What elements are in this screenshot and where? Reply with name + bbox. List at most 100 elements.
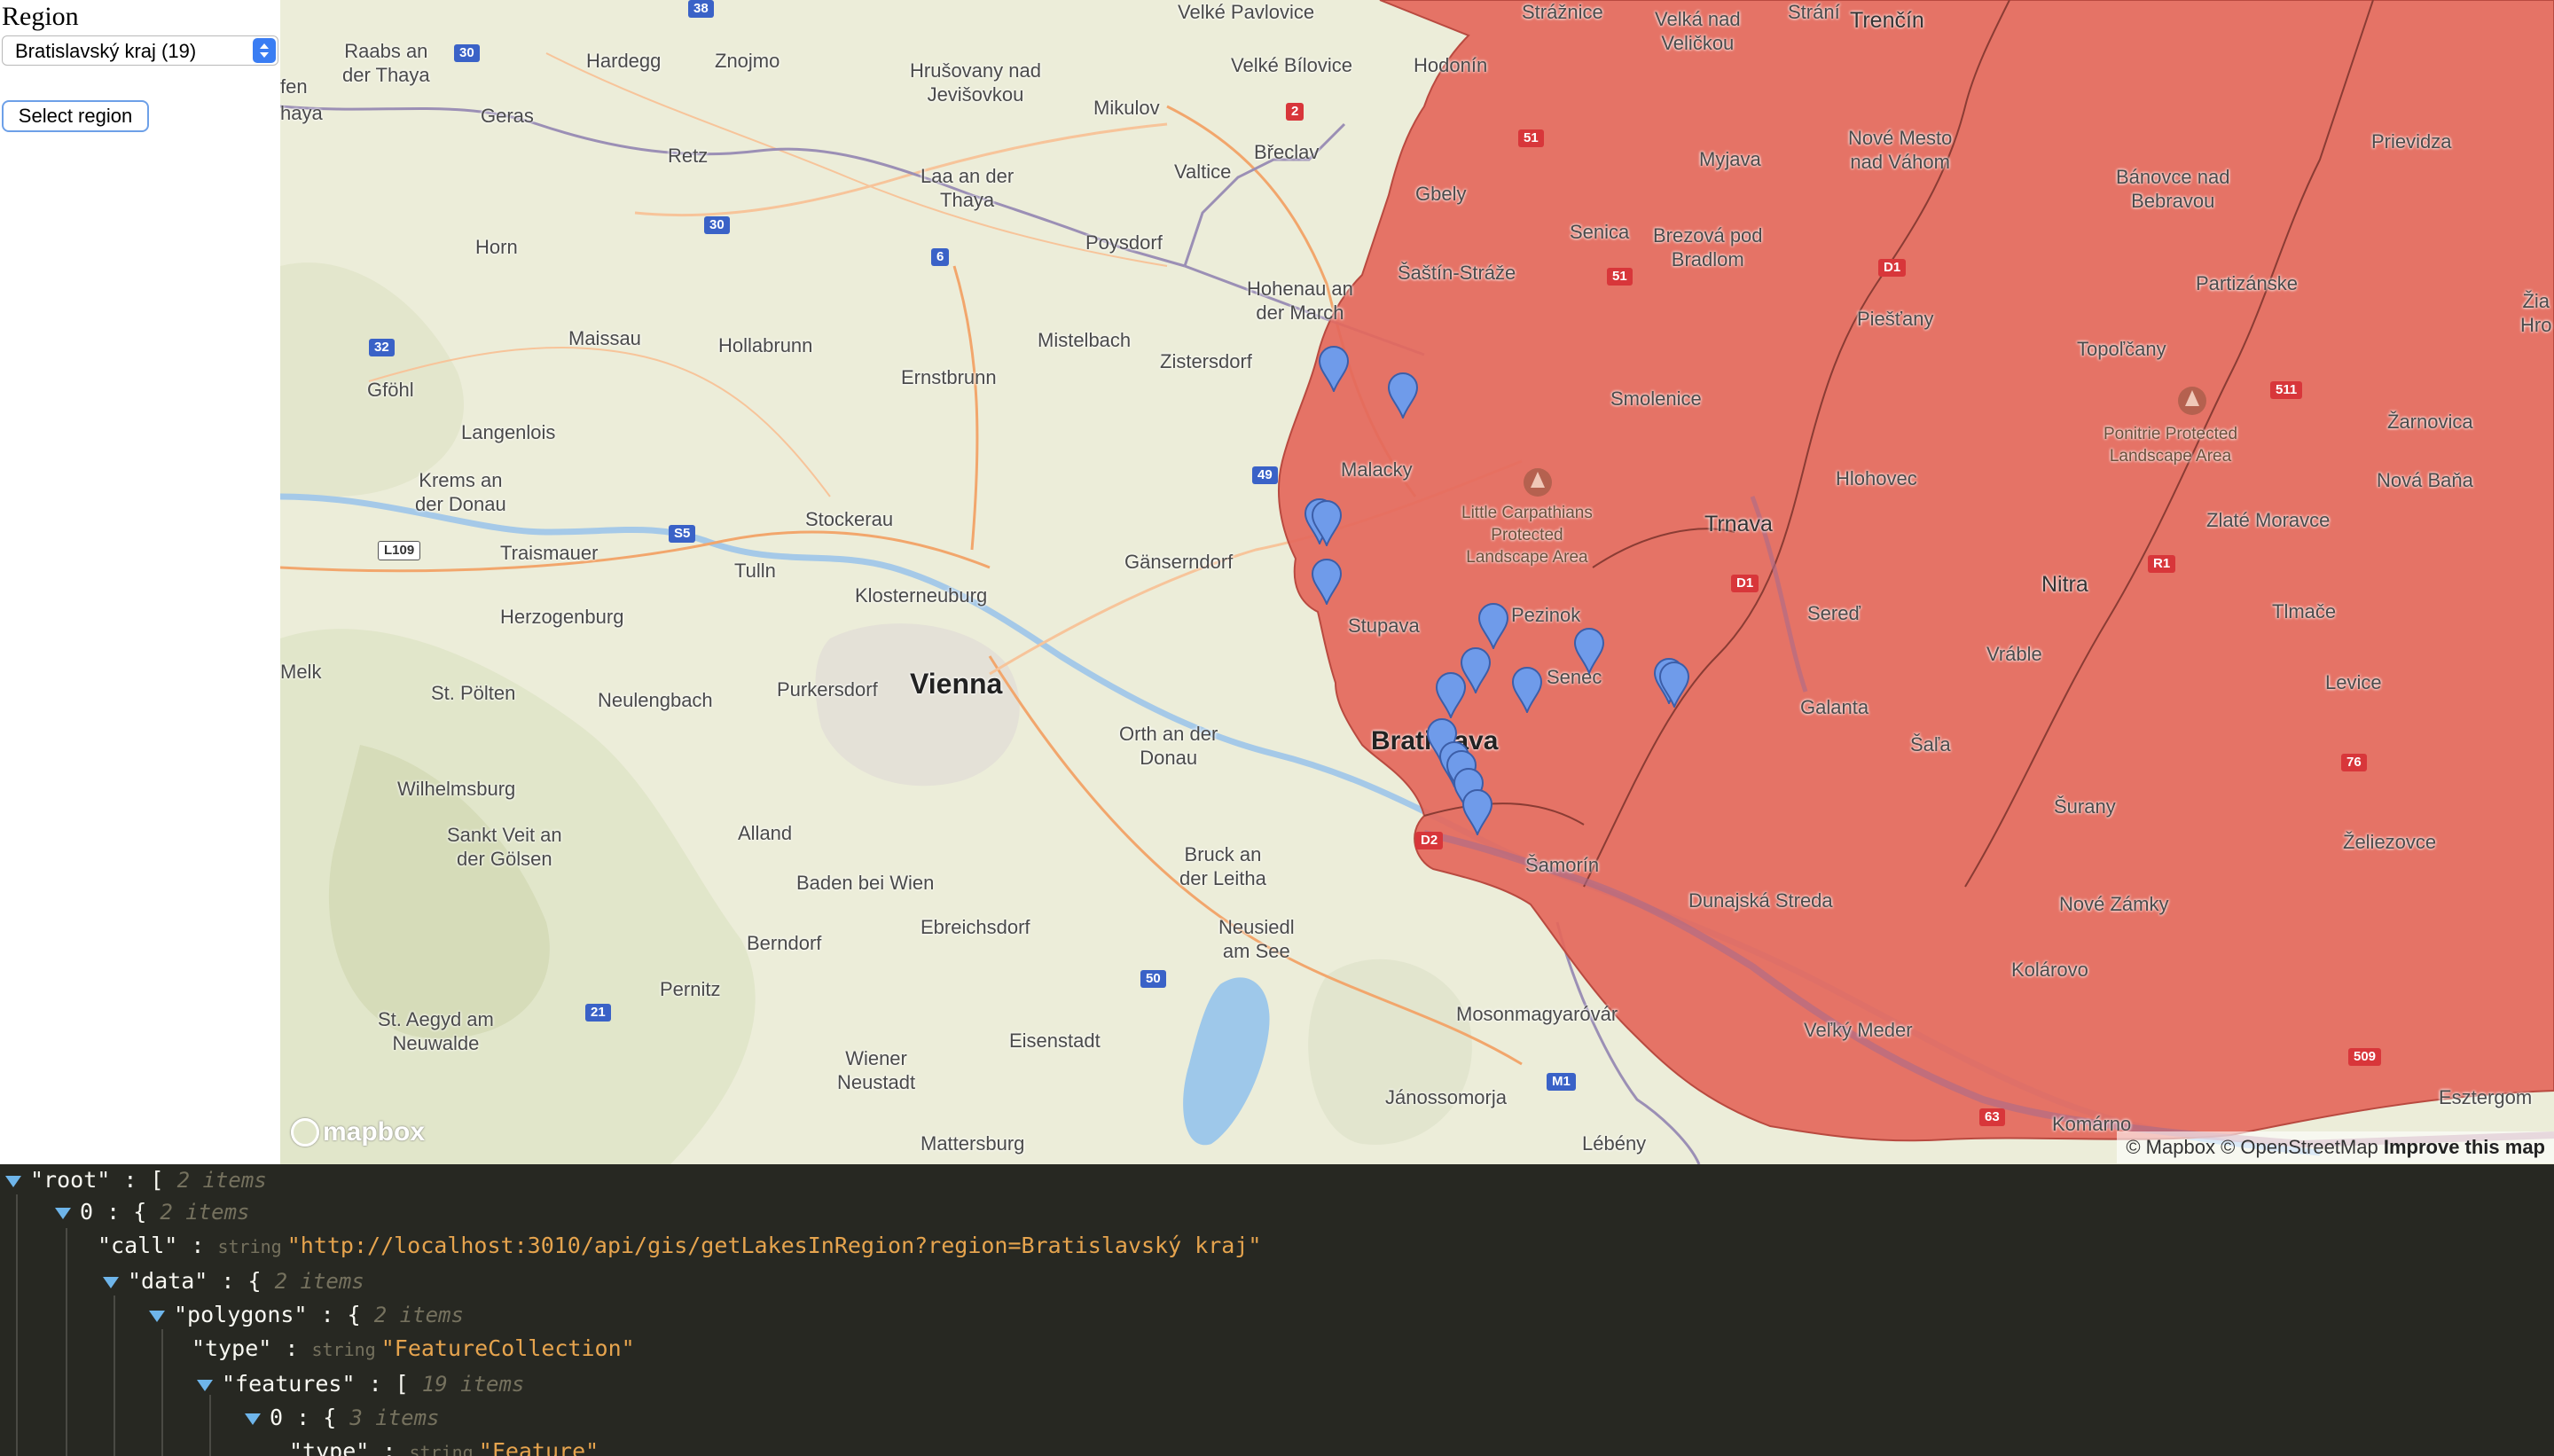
map-label-banovce: Bánovce nad Bebravou [2116, 166, 2230, 212]
map-label-straznice: Strážnice [1522, 1, 1603, 23]
map-label-levice: Levice [2325, 671, 2382, 693]
map-label-ganserndorf: Gänserndorf [1124, 551, 1234, 573]
lake-marker-icon[interactable] [1435, 672, 1467, 718]
lake-marker-icon[interactable] [1311, 559, 1343, 605]
json-row-polygons[interactable]: "polygons" : { 2 items [149, 1299, 464, 1331]
map-label-stupava: Stupava [1348, 614, 1420, 637]
map-label-wiener-neustadt: Wiener Neustadt [837, 1047, 916, 1093]
json-row-type[interactable]: "type" : string "FeatureCollection" [192, 1333, 635, 1365]
route-shield: 30 [454, 44, 480, 62]
map-label-breclav: Břeclav [1254, 141, 1320, 163]
route-shield: 511 [2270, 381, 2303, 399]
map-label-pernitz: Pernitz [660, 978, 721, 1000]
map-label-samorin: Šamorín [1525, 854, 1600, 876]
map-label-vrable: Vráble [1986, 643, 2042, 665]
map-label-velky-meder: Veľký Meder [1804, 1019, 1913, 1041]
map-label-strani: Strání [1788, 1, 1840, 23]
map-label-purkersdorf: Purkersdorf [777, 678, 878, 701]
map-label-topolcany: Topoľčany [2077, 338, 2166, 360]
map-label-nove-mesto: Nové Mesto nad Váhom [1848, 127, 1953, 173]
json-row-feature-0[interactable]: 0 : { 3 items [245, 1402, 439, 1434]
select-region-button[interactable]: Select region [2, 100, 149, 132]
lake-marker-icon[interactable] [1477, 603, 1509, 649]
map-label-tlmace: Tlmače [2272, 600, 2337, 622]
route-shield: 63 [1979, 1108, 2005, 1126]
collapse-caret-icon[interactable] [197, 1379, 213, 1391]
map[interactable]: Raabs an der Thaya Hardegg Znojmo Hrušov… [280, 0, 2554, 1164]
map-label-orth: Orth an der Donau [1119, 723, 1218, 769]
map-label-mikulov: Mikulov [1093, 97, 1160, 119]
map-label-haya: haya [280, 102, 323, 124]
json-row-feature-0-type[interactable]: "type" : string "Feature" [289, 1436, 599, 1456]
json-row-features[interactable]: "features" : [ 19 items [197, 1368, 524, 1400]
collapse-caret-icon[interactable] [245, 1413, 261, 1425]
map-label-tulln: Tulln [734, 560, 776, 582]
route-shield: 76 [2341, 754, 2367, 771]
lake-marker-icon[interactable] [1573, 628, 1605, 674]
lake-marker-icon[interactable] [1311, 500, 1343, 546]
json-row-index-0[interactable]: 0 : { 2 items [55, 1196, 249, 1228]
region-select[interactable]: Bratislavský kraj (19) [2, 35, 278, 66]
map-label-sered: Sereď [1807, 602, 1861, 624]
map-label-partizanske: Partizánske [2196, 272, 2298, 294]
map-label-hrusovany: Hrušovany nad Jevišovkou [910, 59, 1041, 106]
map-label-zarnovica: Žarnovica [2387, 411, 2473, 433]
map-label-vienna: Vienna [910, 668, 1003, 700]
map-label-gbely: Gbely [1415, 183, 1467, 205]
map-label-velke-pavlovice: Velké Pavlovice [1178, 1, 1315, 23]
map-label-ebreichsdorf: Ebreichsdorf [921, 916, 1030, 938]
map-label-krems: Krems an der Donau [415, 469, 506, 515]
lake-marker-icon[interactable] [1461, 789, 1493, 835]
improve-map-link[interactable]: Improve this map [2384, 1136, 2545, 1158]
map-label-zistersdorf: Zistersdorf [1160, 350, 1252, 372]
collapse-caret-icon[interactable] [5, 1175, 21, 1187]
lake-marker-icon[interactable] [1511, 667, 1543, 713]
map-label-zia: Žia Hro [2520, 290, 2552, 336]
map-label-berndorf: Berndorf [747, 932, 822, 954]
map-label-velke-bilovice: Velké Bílovice [1231, 54, 1352, 76]
route-shield: 49 [1252, 466, 1278, 484]
map-label-mosonmagyarovar: Mosonmagyaróvár [1456, 1003, 1618, 1025]
lake-marker-icon[interactable] [1318, 346, 1350, 392]
map-label-ponitrie: Ponitrie Protected Landscape Area [2104, 425, 2238, 466]
map-label-surany: Šurany [2054, 795, 2116, 818]
lake-marker-icon[interactable] [1658, 661, 1690, 708]
collapse-caret-icon[interactable] [103, 1276, 119, 1288]
collapse-caret-icon[interactable] [149, 1310, 165, 1322]
mapbox-logo[interactable]: mapbox [291, 1115, 425, 1149]
collapse-caret-icon[interactable] [55, 1207, 71, 1219]
json-row-data[interactable]: "data" : { 2 items [103, 1265, 364, 1297]
park-icon [2178, 387, 2206, 415]
json-row-call[interactable]: "call" : string "http://localhost:3010/ap… [98, 1230, 1261, 1262]
map-label-zeliezovce: Želiezovce [2343, 831, 2437, 853]
map-label-znojmo: Znojmo [715, 50, 780, 72]
map-label-langenlois: Langenlois [461, 421, 556, 443]
map-label-malacky: Malacky [1341, 458, 1413, 481]
map-label-senica: Senica [1570, 221, 1630, 243]
route-shield: 30 [704, 216, 730, 234]
route-shield: L109 [378, 541, 421, 560]
route-shield: S5 [669, 525, 696, 543]
map-label-galanta: Galanta [1800, 696, 1869, 718]
json-row-root[interactable]: "root" : [ 2 items [5, 1164, 267, 1196]
map-label-piestany: Piešťany [1857, 308, 1934, 330]
route-shield: 50 [1140, 970, 1166, 988]
mapbox-logo-text: mapbox [323, 1117, 426, 1147]
map-label-wilhelmsburg: Wilhelmsburg [397, 778, 516, 800]
map-label-smolenice: Smolenice [1610, 387, 1702, 410]
map-label-pezinok: Pezinok [1511, 604, 1581, 626]
route-shield: D1 [1878, 259, 1907, 277]
map-label-klosterneuburg: Klosterneuburg [855, 584, 988, 607]
map-label-stockerau: Stockerau [805, 508, 894, 530]
map-label-esztergom: Esztergom [2439, 1086, 2533, 1108]
map-label-gfohl: Gföhl [367, 379, 414, 401]
lake-marker-icon[interactable] [1387, 372, 1419, 419]
map-label-little-carpathians: Little Carpathians Protected Landscape A… [1461, 504, 1593, 567]
map-label-baden: Baden bei Wien [796, 872, 935, 894]
park-icon [1524, 468, 1552, 497]
map-label-st-aegyd: St. Aegyd am Neuwalde [378, 1008, 494, 1054]
map-label-janossomorja: Jánossomorja [1385, 1086, 1507, 1108]
attribution-osm-link[interactable]: © OpenStreetMap [2221, 1136, 2378, 1158]
map-label-retz: Retz [668, 145, 709, 167]
attribution-mapbox-link[interactable]: © Mapbox [2126, 1136, 2215, 1158]
